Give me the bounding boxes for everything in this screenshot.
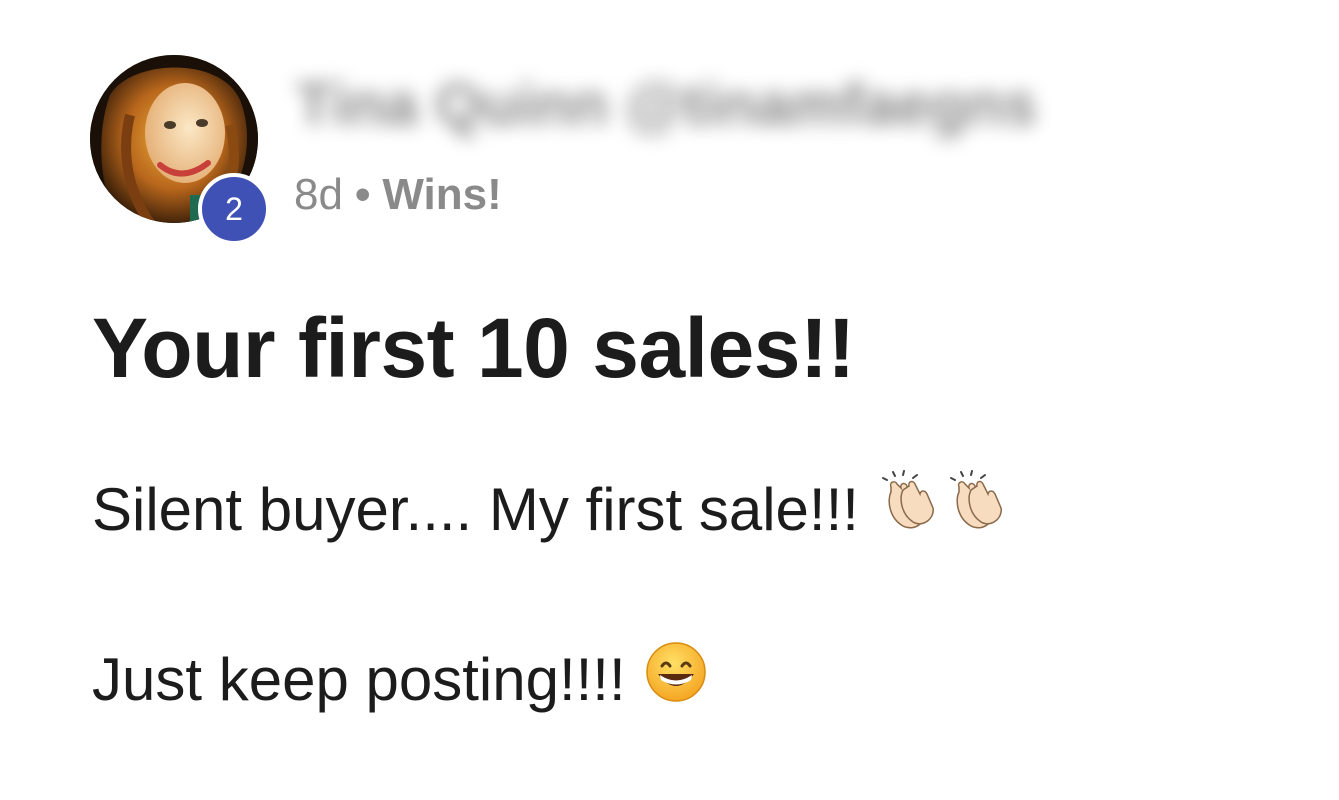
post-time[interactable]: 8d bbox=[294, 170, 343, 220]
meta-separator: • bbox=[354, 170, 371, 219]
post-body-text-1: Silent buyer.... My first sale!!! bbox=[92, 475, 859, 543]
post-card: 2 Tina Quinn @tinamfaegns 8d • Wins! You… bbox=[0, 0, 1339, 800]
post-body-text-2: Just keep posting!!!! bbox=[92, 645, 626, 713]
post-body-line-2: Just keep posting!!!! bbox=[92, 640, 708, 718]
level-badge: 2 bbox=[198, 173, 270, 245]
post-category[interactable]: Wins! bbox=[382, 170, 501, 220]
author-name[interactable]: Tina Quinn @tinamfaegns bbox=[296, 70, 1037, 139]
post-meta: 8d • Wins! bbox=[294, 170, 502, 220]
author-avatar-group[interactable]: 2 bbox=[90, 55, 270, 245]
post-body-line-1: Silent buyer.... My first sale!!! bbox=[92, 470, 1009, 548]
clapping-hands-icon bbox=[945, 470, 1009, 548]
post-title[interactable]: Your first 10 sales!! bbox=[92, 300, 855, 397]
grinning-face-icon bbox=[644, 640, 708, 718]
clapping-hands-icon bbox=[877, 470, 941, 548]
